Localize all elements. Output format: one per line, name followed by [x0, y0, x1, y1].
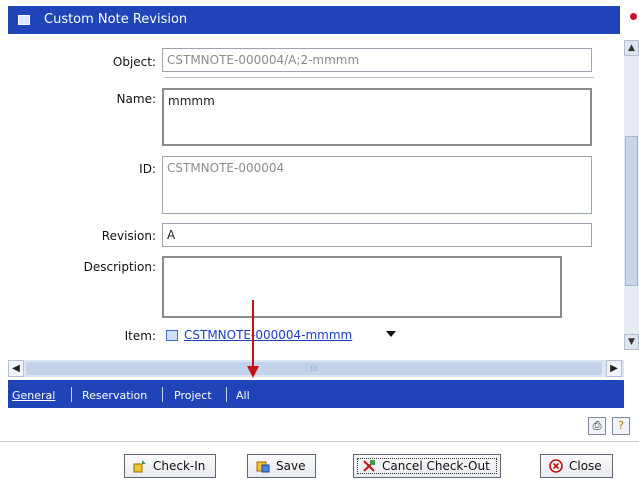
tab-separator [71, 387, 72, 402]
close-button[interactable]: Close [540, 454, 613, 478]
dropdown-icon[interactable] [386, 331, 396, 337]
title-bar: Custom Note Revision [8, 6, 620, 34]
name-field[interactable]: mmmm [162, 88, 592, 146]
checkin-button[interactable]: Check-In [124, 454, 217, 478]
window-icon [18, 15, 30, 25]
tab-general[interactable]: General [12, 389, 55, 402]
vertical-scrollbar[interactable]: ▲ ▼ [624, 40, 639, 350]
save-button[interactable]: Save [247, 454, 317, 478]
print-icon[interactable]: ⎙ [588, 417, 606, 435]
revision-field[interactable]: A [162, 223, 592, 247]
checkin-label: Check-In [153, 459, 206, 473]
scroll-left-button[interactable]: ◀ [8, 360, 24, 377]
window-title: Custom Note Revision [44, 12, 188, 27]
tab-bar: General Reservation Project All [8, 380, 624, 408]
horizontal-scroll-thumb[interactable]: ⁞⁞⁞ [26, 362, 602, 375]
item-icon [166, 330, 178, 341]
revision-label: Revision: [101, 229, 156, 243]
name-label: Name: [116, 92, 156, 106]
id-label: ID: [139, 162, 156, 176]
tab-project[interactable]: Project [174, 389, 212, 402]
id-field[interactable]: CSTMNOTE-000004 [162, 156, 592, 214]
save-icon [256, 461, 270, 473]
annotation-arrow-head [247, 366, 259, 378]
close-icon [549, 459, 563, 473]
object-label: Object: [112, 55, 156, 69]
divider [164, 77, 594, 78]
cancel-checkout-label: Cancel Check-Out [382, 459, 490, 473]
scroll-down-button[interactable]: ▼ [624, 334, 639, 350]
tab-separator [162, 387, 163, 402]
scroll-right-button[interactable]: ▶ [606, 360, 622, 377]
tab-separator [226, 387, 227, 402]
object-field[interactable]: CSTMNOTE-000004/A;2-mmmm [162, 48, 592, 72]
form-panel: Object: CSTMNOTE-000004/A;2-mmmm Name: m… [8, 34, 620, 352]
checkin-icon [133, 460, 146, 473]
tab-reservation[interactable]: Reservation [82, 389, 147, 402]
pin-icon[interactable] [630, 13, 637, 20]
cancel-checkout-button[interactable]: Cancel Check-Out [353, 454, 501, 478]
help-icon[interactable]: ? [612, 417, 630, 435]
vertical-scroll-thumb[interactable] [625, 136, 638, 286]
footer-divider [0, 441, 639, 442]
description-label: Description: [83, 260, 156, 274]
item-label: Item: [124, 329, 156, 343]
close-label: Close [569, 459, 602, 473]
tab-all[interactable]: All [236, 389, 250, 402]
description-field[interactable] [162, 256, 562, 318]
horizontal-scrollbar[interactable]: ◀ ⁞⁞⁞ ▶ [8, 360, 624, 377]
save-label: Save [276, 459, 306, 473]
item-link[interactable]: CSTMNOTE-000004-mmmm [184, 328, 352, 342]
annotation-arrow-line [252, 300, 254, 368]
cancel-checkout-icon [363, 460, 375, 472]
scroll-up-button[interactable]: ▲ [624, 40, 639, 56]
